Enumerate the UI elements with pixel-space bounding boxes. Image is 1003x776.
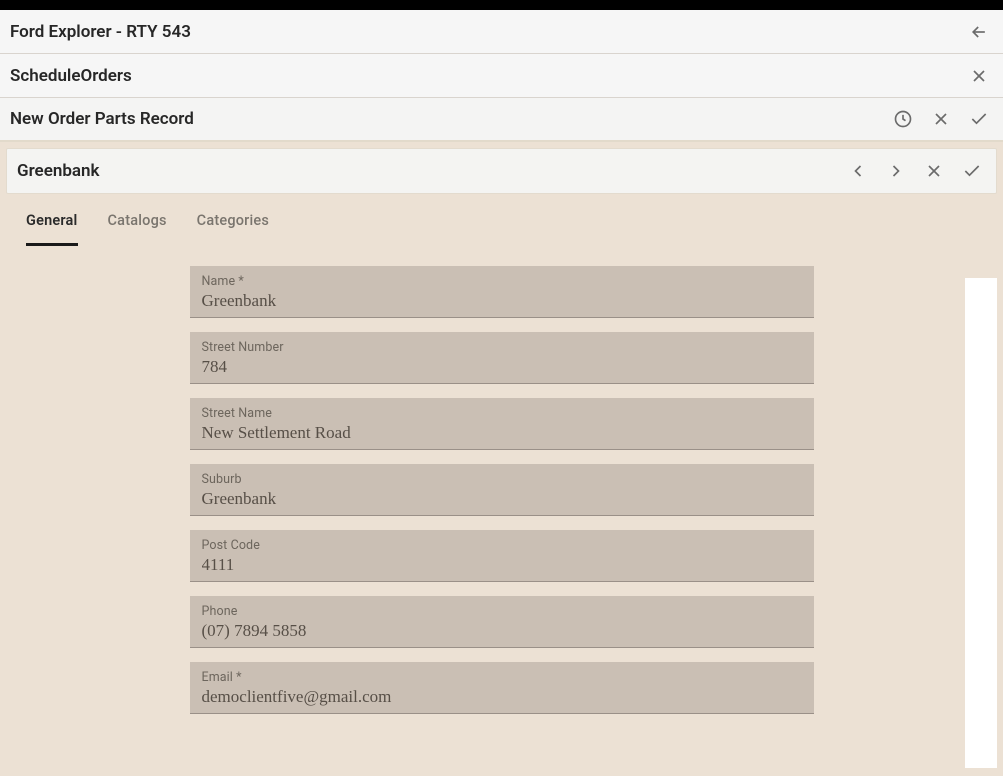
input-street-number[interactable] (202, 357, 802, 377)
back-arrow-icon[interactable] (969, 22, 989, 42)
page-title-4: Greenbank (17, 161, 100, 181)
tab-categories[interactable]: Categories (197, 212, 269, 246)
input-post-code[interactable] (202, 555, 802, 575)
page-title-1: Ford Explorer - RTY 543 (10, 22, 191, 42)
header-bar-2: ScheduleOrders (0, 54, 1003, 98)
input-email[interactable] (202, 687, 802, 707)
header-bar-4: Greenbank (6, 148, 997, 194)
form-area: Name * Street Number Street Name Suburb … (0, 246, 1003, 766)
label-street-name: Street Name (202, 406, 802, 421)
field-street-name: Street Name (190, 398, 814, 450)
field-name: Name * (190, 266, 814, 318)
check-icon[interactable] (969, 109, 989, 129)
header-bar-1: Ford Explorer - RTY 543 (0, 10, 1003, 54)
check-icon[interactable] (962, 161, 982, 181)
page-title-3: New Order Parts Record (10, 109, 194, 129)
clock-icon[interactable] (893, 109, 913, 129)
field-post-code: Post Code (190, 530, 814, 582)
chevron-right-icon[interactable] (886, 161, 906, 181)
input-phone[interactable] (202, 621, 802, 641)
label-name: Name * (202, 274, 802, 289)
input-name[interactable] (202, 291, 802, 311)
chevron-left-icon[interactable] (848, 161, 868, 181)
tab-catalogs[interactable]: Catalogs (108, 212, 167, 246)
close-icon[interactable] (924, 161, 944, 181)
header-bar-3: New Order Parts Record (0, 98, 1003, 142)
label-phone: Phone (202, 604, 802, 619)
field-suburb: Suburb (190, 464, 814, 516)
field-email: Email * (190, 662, 814, 714)
label-email: Email * (202, 670, 802, 685)
window-top-strip (0, 0, 1003, 10)
input-suburb[interactable] (202, 489, 802, 509)
scrollbar-track[interactable] (965, 278, 997, 768)
input-street-name[interactable] (202, 423, 802, 443)
label-suburb: Suburb (202, 472, 802, 487)
field-phone: Phone (190, 596, 814, 648)
tab-general[interactable]: General (26, 212, 78, 246)
label-street-number: Street Number (202, 340, 802, 355)
field-street-number: Street Number (190, 332, 814, 384)
tab-bar: General Catalogs Categories (0, 194, 1003, 246)
page-title-2: ScheduleOrders (10, 66, 132, 86)
label-post-code: Post Code (202, 538, 802, 553)
close-icon[interactable] (931, 109, 951, 129)
close-icon[interactable] (969, 66, 989, 86)
